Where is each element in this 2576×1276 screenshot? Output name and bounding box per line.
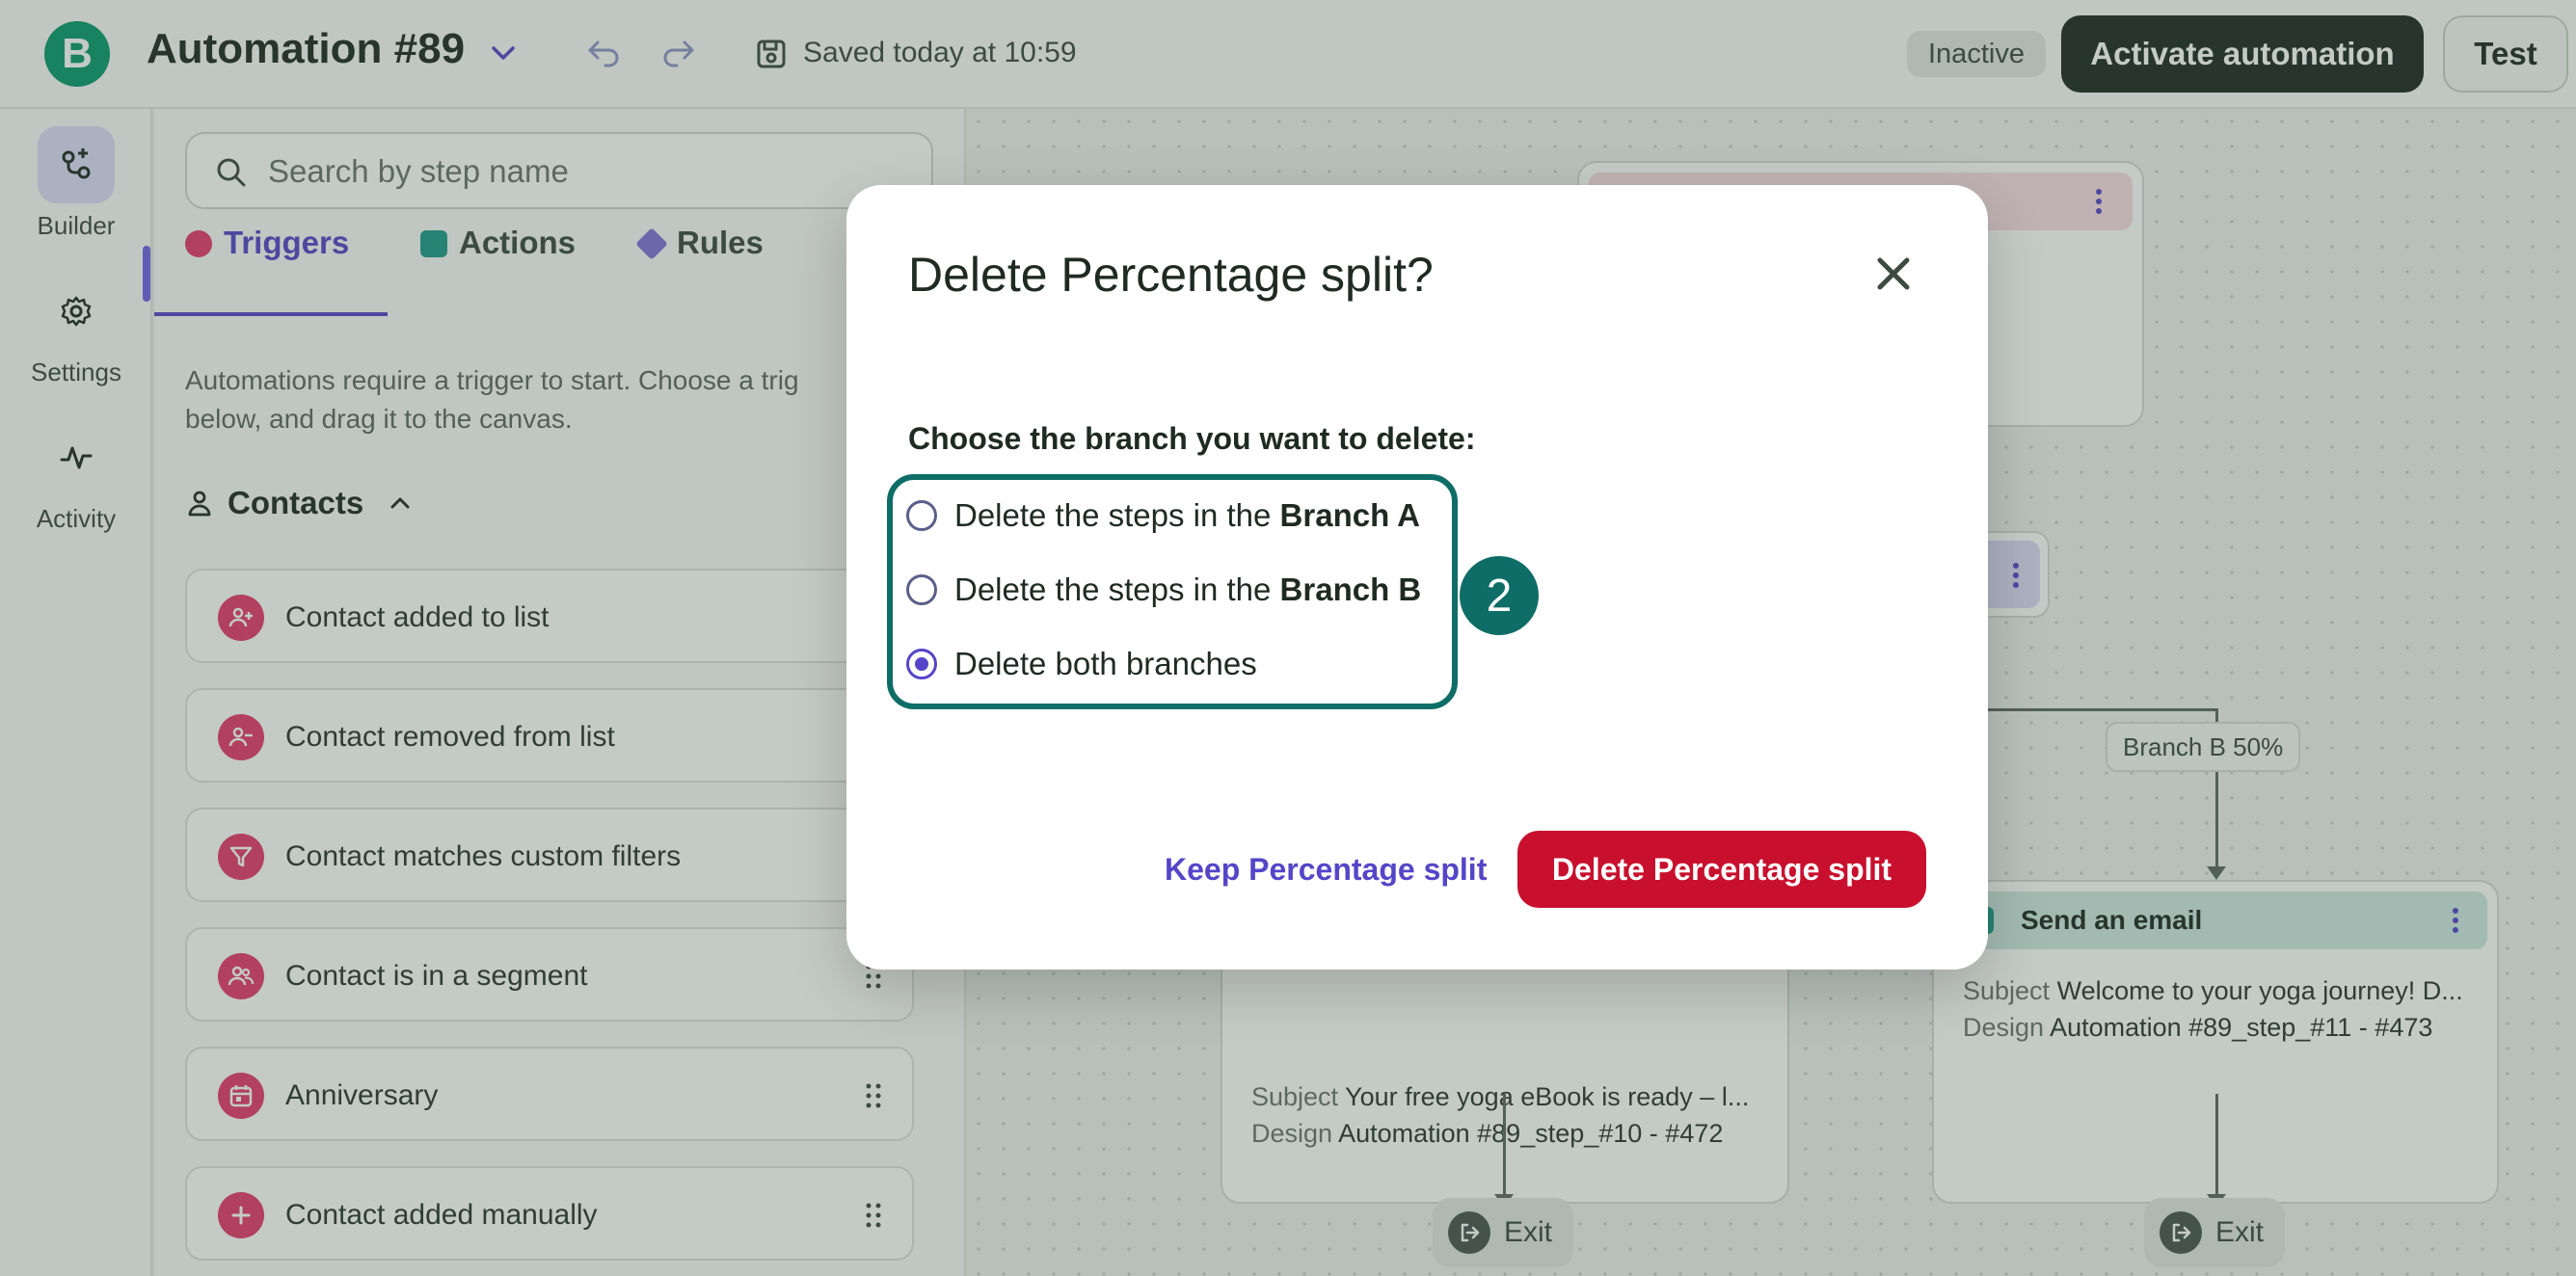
option-delete-branch-a[interactable]: Delete the steps in the Branch A <box>906 489 1420 543</box>
close-icon[interactable] <box>1872 253 1915 295</box>
dialog-title: Delete Percentage split? <box>908 248 1434 302</box>
option-delete-branch-b[interactable]: Delete the steps in the Branch B <box>906 563 1421 617</box>
radio-button[interactable] <box>906 500 937 531</box>
dialog-subtitle: Choose the branch you want to delete: <box>908 421 1476 456</box>
option-delete-both-branches[interactable]: Delete both branches <box>906 637 1257 691</box>
keep-percentage-split-button[interactable]: Keep Percentage split <box>1145 831 1506 908</box>
delete-split-dialog: Delete Percentage split? Choose the bran… <box>846 185 1988 970</box>
radio-button-selected[interactable] <box>906 649 937 679</box>
step-number-badge: 2 <box>1460 556 1539 635</box>
radio-button[interactable] <box>906 574 937 605</box>
delete-percentage-split-button[interactable]: Delete Percentage split <box>1517 831 1926 908</box>
